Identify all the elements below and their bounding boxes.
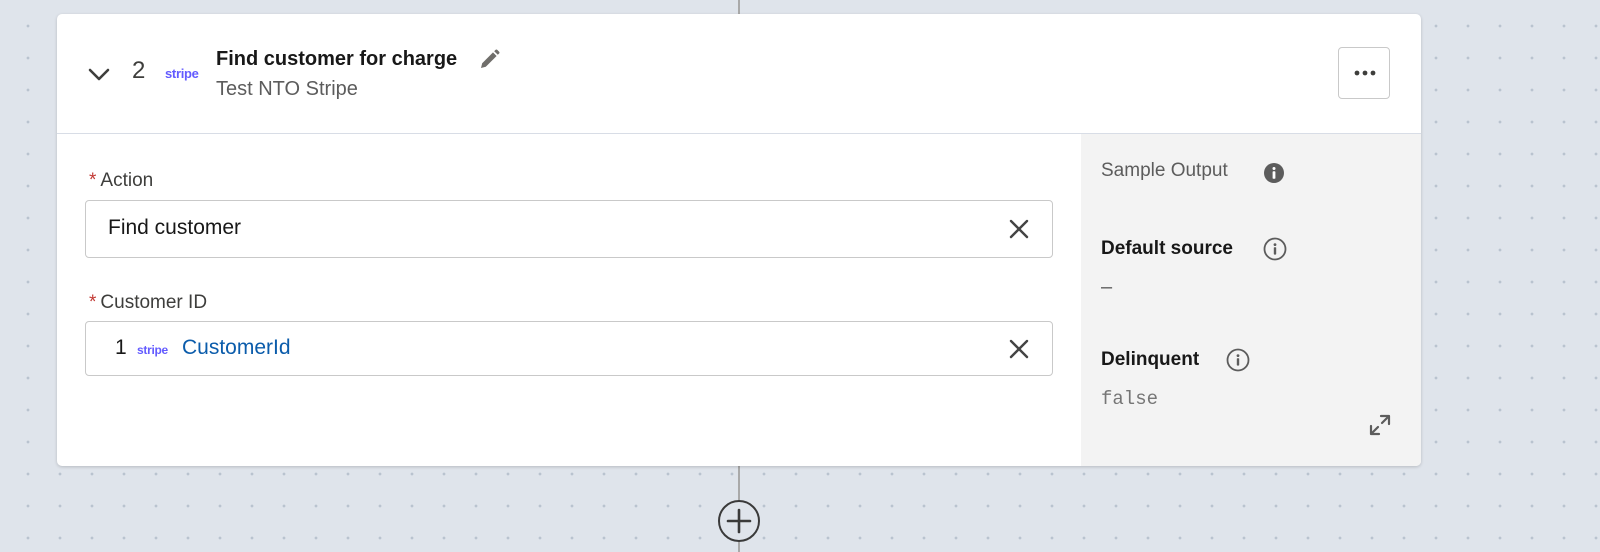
info-icon[interactable] — [1263, 162, 1285, 184]
action-value: Find customer — [108, 216, 242, 239]
stripe-logo: stripe — [137, 343, 168, 357]
action-label: * Action — [89, 170, 153, 192]
connection-name: Test NTO Stripe — [216, 78, 358, 100]
step-config-form: * Action Find customer * Customer ID 1 str… — [57, 134, 1081, 466]
ellipsis-icon — [1354, 70, 1376, 76]
output-field-name: Default source — [1101, 238, 1233, 259]
expand-icon[interactable] — [1367, 412, 1393, 438]
close-icon[interactable] — [1008, 338, 1030, 360]
action-field[interactable]: Find customer — [85, 200, 1053, 258]
step-title: Find customer for charge — [216, 48, 458, 70]
info-icon[interactable] — [1263, 237, 1287, 261]
sample-output-title: Sample Output — [1101, 160, 1228, 181]
more-actions-button[interactable] — [1338, 47, 1390, 99]
customer-id-field[interactable]: 1 stripe CustomerId — [85, 321, 1053, 376]
action-label-text: Action — [100, 170, 154, 191]
data-pill-customer-id[interactable]: CustomerId — [182, 336, 291, 360]
step-number: 2 — [132, 57, 146, 84]
required-marker: * — [89, 170, 97, 191]
customer-id-label: * Customer ID — [89, 292, 207, 314]
pencil-icon[interactable] — [477, 48, 501, 72]
flow-connector-top — [738, 0, 740, 14]
required-marker: * — [89, 292, 97, 313]
output-field-value: false — [1101, 388, 1159, 406]
add-step-button[interactable] — [718, 500, 760, 542]
info-icon[interactable] — [1226, 348, 1250, 372]
step-card: 2 stripe Find customer for charge Test N… — [57, 14, 1421, 466]
chevron-down-icon[interactable] — [85, 60, 113, 88]
customer-id-label-text: Customer ID — [100, 292, 208, 313]
stripe-logo: stripe — [165, 66, 199, 81]
sample-output-panel: Sample Output Default source – Delinquen… — [1081, 134, 1421, 466]
output-field-value: – — [1101, 276, 1113, 298]
source-step-number: 1 — [115, 336, 127, 359]
step-header: 2 stripe Find customer for charge Test N… — [57, 14, 1421, 134]
plus-icon — [726, 508, 752, 534]
output-field-name: Delinquent — [1101, 349, 1200, 370]
close-icon[interactable] — [1008, 218, 1030, 240]
